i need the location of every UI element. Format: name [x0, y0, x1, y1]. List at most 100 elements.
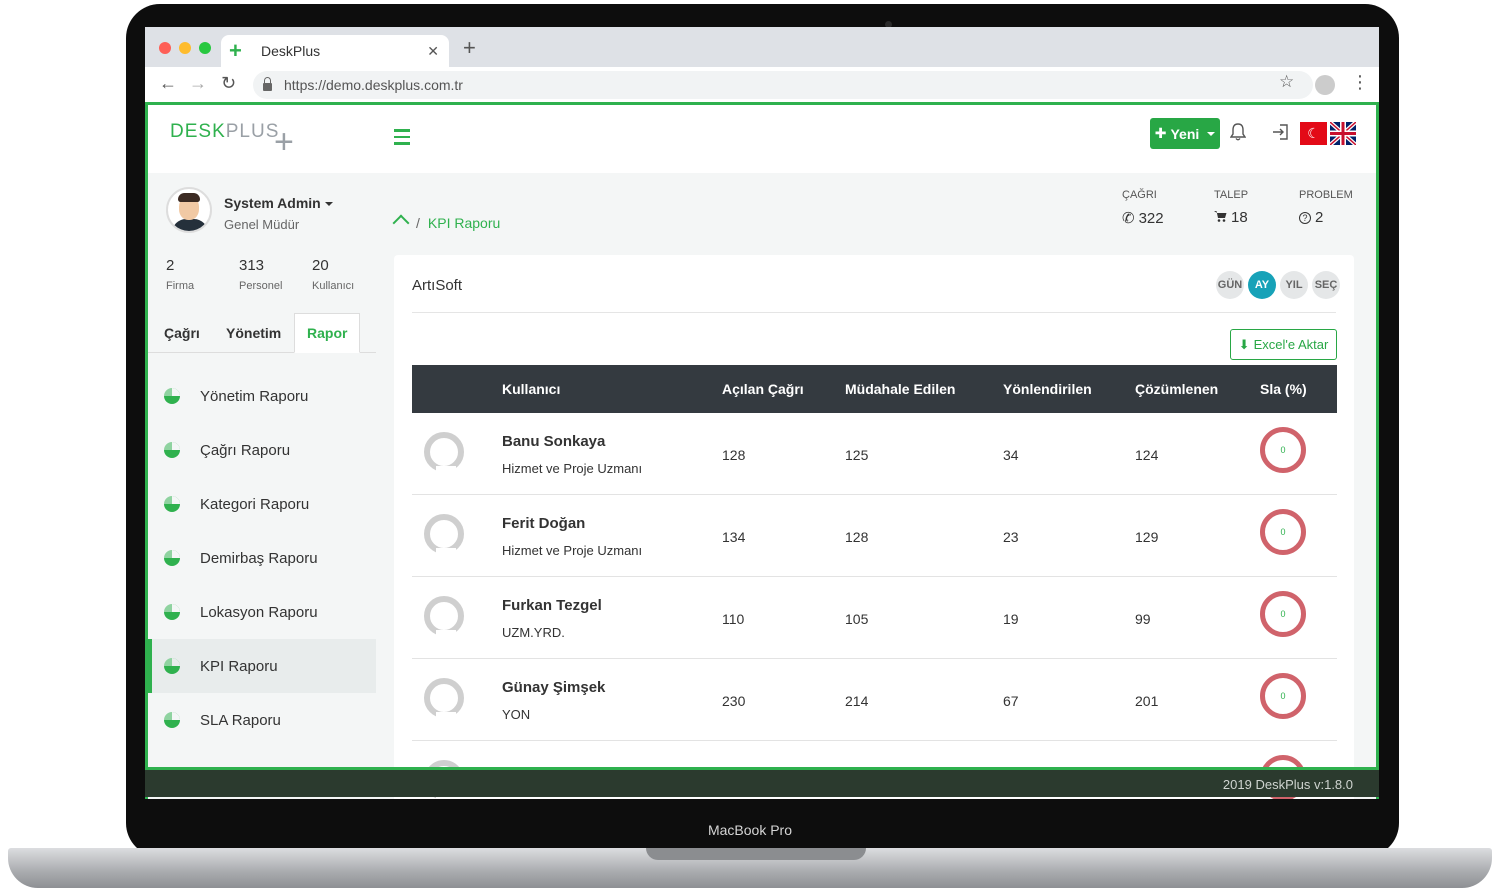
counter-problem[interactable]: PROBLEM ? 2 — [1299, 189, 1353, 226]
tab-yonetim[interactable]: Yönetim — [214, 313, 293, 353]
favicon-plus-icon: + — [229, 38, 242, 63]
sidebar-item-kpi-raporu[interactable]: KPI Raporu — [148, 639, 376, 693]
sidebar-tabs: Çağrı Yönetim Rapor — [148, 313, 376, 353]
sidebar-item-label: KPI Raporu — [200, 657, 278, 675]
sidebar-item-lokasyon-raporu[interactable]: Lokasyon Raporu — [148, 585, 376, 639]
sidebar-item-cagri-raporu[interactable]: Çağrı Raporu — [148, 423, 376, 477]
forward-arrow-icon[interactable]: → — [189, 73, 207, 94]
hamburger-menu-icon[interactable] — [394, 129, 410, 149]
browser-tabbar: + DeskPlus ✕ + — [145, 27, 1379, 67]
tab-cagri[interactable]: Çağrı — [152, 313, 212, 353]
counter-value: 322 — [1138, 209, 1164, 227]
kpi-report-card: ArtıSoft GÜN AY YIL SEÇ ⬇ Excel'e Aktar … — [394, 255, 1354, 799]
turkish-flag-icon[interactable]: ☾ — [1300, 122, 1327, 145]
browser-tab[interactable]: + DeskPlus ✕ — [221, 35, 449, 67]
tab-rapor[interactable]: Rapor — [294, 313, 361, 353]
user-menu[interactable]: System Admin — [224, 195, 333, 211]
sign-in-icon[interactable] — [1272, 123, 1290, 146]
new-tab-icon[interactable]: + — [463, 35, 476, 61]
close-tab-icon[interactable]: ✕ — [427, 43, 439, 60]
logo-plus-text: PLUS — [225, 121, 280, 142]
stat-personel: 313 Personel — [239, 257, 282, 292]
bell-icon[interactable] — [1229, 123, 1247, 146]
cell-routed: 23 — [1003, 529, 1019, 545]
stat-label: Personel — [239, 280, 283, 292]
bookmark-star-icon[interactable]: ☆ — [1279, 72, 1294, 92]
address-bar[interactable]: https://demo.deskplus.com.tr — [253, 71, 1313, 99]
row-user-title: Hizmet ve Proje Uzmanı — [502, 461, 643, 476]
new-button-label: Yeni — [1170, 125, 1200, 142]
period-gun-button[interactable]: GÜN — [1216, 271, 1244, 299]
pie-chart-icon — [164, 442, 180, 458]
row-user-name: Banu Sonkaya — [502, 433, 606, 450]
period-sec-button[interactable]: SEÇ — [1312, 271, 1340, 299]
table-row[interactable]: Furkan Tezgel UZM.YRD. 110 105 19 99 0 — [412, 577, 1337, 659]
maximize-window-button[interactable] — [199, 42, 211, 54]
pie-chart-icon — [164, 712, 180, 728]
column-header-acilan-cagri[interactable]: Açılan Çağrı — [722, 381, 804, 397]
period-ay-button[interactable]: AY — [1248, 271, 1276, 299]
counter-label: ÇAĞRI — [1122, 189, 1157, 201]
breadcrumb-separator: / — [416, 215, 420, 231]
cart-icon — [1214, 209, 1227, 226]
minimize-window-button[interactable] — [179, 42, 191, 54]
more-menu-icon[interactable]: ⋮ — [1351, 72, 1369, 93]
cell-opened: 230 — [722, 693, 746, 709]
cell-opened: 134 — [722, 529, 746, 545]
column-header-mudahale-edilen[interactable]: Müdahale Edilen — [845, 381, 955, 397]
column-header-kullanici[interactable]: Kullanıcı — [502, 381, 560, 397]
column-header-sla[interactable]: Sla (%) — [1260, 381, 1307, 397]
sidebar-item-label: SLA Raporu — [200, 711, 281, 729]
report-menu: Yönetim Raporu Çağrı Raporu Kategori Rap… — [148, 369, 376, 747]
table-row[interactable]: Banu Sonkaya Hizmet ve Proje Uzmanı 128 … — [412, 413, 1337, 495]
window-controls — [159, 42, 211, 54]
profile-icon[interactable] — [1315, 75, 1335, 95]
cell-resolved: 99 — [1135, 611, 1151, 627]
back-arrow-icon[interactable]: ← — [159, 73, 177, 94]
row-user-title: YON — [502, 707, 531, 722]
new-button[interactable]: ✚ Yeni — [1150, 118, 1220, 149]
breadcrumb: / KPI Raporu — [394, 215, 500, 231]
table-row[interactable]: Günay Şimşek YON 230 214 67 201 0 — [412, 659, 1337, 741]
sla-ring: 0 — [1260, 427, 1306, 473]
close-window-button[interactable] — [159, 42, 171, 54]
row-user-name: Ferit Doğan — [502, 515, 586, 532]
period-yil-button[interactable]: YIL — [1280, 271, 1308, 299]
screen: + DeskPlus ✕ + ← → ↻ https://demo.deskpl… — [145, 27, 1379, 799]
reload-icon[interactable]: ↻ — [221, 73, 236, 94]
table-row[interactable]: Ferit Doğan Hizmet ve Proje Uzmanı 134 1… — [412, 495, 1337, 577]
sidebar-item-yonetim-raporu[interactable]: Yönetim Raporu — [148, 369, 376, 423]
excel-export-button[interactable]: ⬇ Excel'e Aktar — [1230, 329, 1337, 360]
stat-value: 2 — [166, 257, 175, 274]
deskplus-logo[interactable]: DESKPLUS — [170, 121, 279, 143]
cell-resolved: 129 — [1135, 529, 1159, 545]
sla-ring: 0 — [1260, 509, 1306, 555]
counter-value: 2 — [1315, 209, 1324, 226]
sidebar-item-label: Çağrı Raporu — [200, 441, 291, 459]
counter-value: 18 — [1231, 209, 1248, 226]
counter-talep[interactable]: TALEP 18 — [1214, 189, 1248, 226]
logo-plus-icon: + — [274, 123, 294, 161]
sidebar-item-sla-raporu[interactable]: SLA Raporu — [148, 693, 376, 747]
row-user-name: Furkan Tezgel — [502, 597, 602, 614]
cell-routed: 19 — [1003, 611, 1019, 627]
lock-icon — [263, 77, 272, 91]
counter-label: PROBLEM — [1299, 189, 1353, 201]
row-user-name: Günay Şimşek — [502, 679, 606, 696]
avatar[interactable] — [166, 187, 212, 233]
user-avatar-icon — [424, 432, 464, 474]
home-icon[interactable] — [394, 217, 408, 229]
cell-resolved: 201 — [1135, 693, 1159, 709]
uk-flag-icon[interactable] — [1330, 122, 1356, 145]
cell-opened: 110 — [722, 611, 745, 627]
stat-kullanici: 20 Kullanıcı — [312, 257, 354, 292]
counter-cagri[interactable]: ÇAĞRI ✆ 322 — [1122, 189, 1164, 227]
column-header-cozumlenen[interactable]: Çözümlenen — [1135, 381, 1218, 397]
divider — [412, 312, 1336, 313]
column-header-yonlendirilen[interactable]: Yönlendirilen — [1003, 381, 1092, 397]
sidebar-item-kategori-raporu[interactable]: Kategori Raporu — [148, 477, 376, 531]
stat-firma: 2 Firma — [166, 257, 194, 292]
sidebar-item-demirbas-raporu[interactable]: Demirbaş Raporu — [148, 531, 376, 585]
cell-resolved: 124 — [1135, 447, 1159, 463]
device-label: MacBook Pro — [707, 822, 793, 838]
